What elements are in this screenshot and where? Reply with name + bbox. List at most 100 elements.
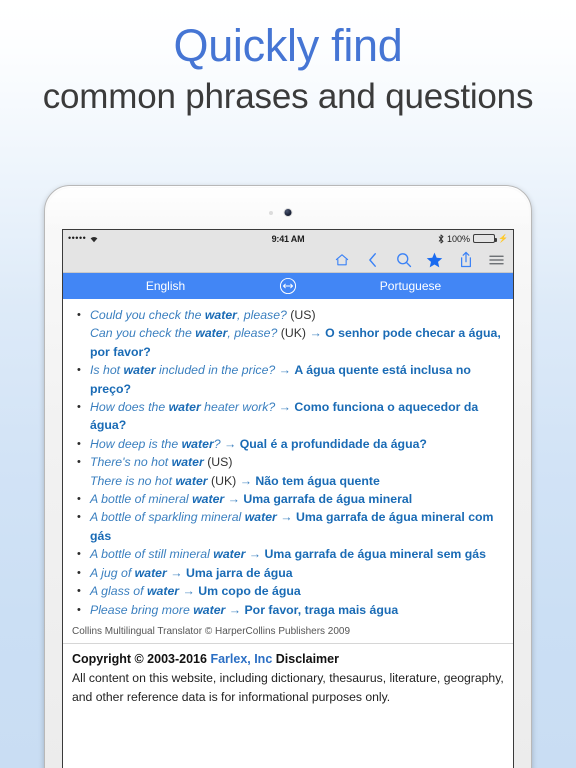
promo-title: Quickly find xyxy=(173,20,403,71)
translation-arrow-icon: → xyxy=(245,547,265,562)
source-language-button[interactable]: English xyxy=(63,279,268,293)
headword: water xyxy=(175,473,208,488)
headword: water xyxy=(146,584,180,599)
phrase-entry[interactable]: A bottle of sparkling mineral water → Um… xyxy=(77,508,504,545)
translation-arrow-icon: → xyxy=(225,602,245,617)
source-phrase: How deep is the water? xyxy=(90,436,221,451)
translation-arrow-icon: → xyxy=(276,510,296,525)
star-icon[interactable] xyxy=(426,251,443,268)
back-chevron-icon[interactable] xyxy=(364,251,381,268)
phrase-entry[interactable]: Could you check the water, please? (US) C… xyxy=(77,306,504,361)
source-phrase: A bottle of sparkling mineral water xyxy=(90,510,277,525)
swap-arrows-icon[interactable] xyxy=(268,277,308,295)
disclaimer-link[interactable]: Disclaimer xyxy=(272,652,339,666)
legal-body-text: All content on this website, including d… xyxy=(72,670,504,704)
phrase-line: Is hot water included in the price? → A … xyxy=(90,363,471,395)
headword: water xyxy=(193,602,226,617)
translation-arrow-icon: → xyxy=(224,492,244,507)
phrase-line: A bottle of still mineral water → Uma ga… xyxy=(90,547,486,561)
phrase-line: Please bring more water → Por favor, tra… xyxy=(90,603,398,617)
target-phrase: Qual é a profundidade da água? xyxy=(239,436,427,451)
phrase-line: A jug of water → Uma jarra de água xyxy=(90,566,293,580)
phrase-entry[interactable]: There's no hot water (US) There is no hot… xyxy=(77,453,504,490)
phrase-entry[interactable]: A jug of water → Uma jarra de água xyxy=(77,564,504,583)
hamburger-menu-icon[interactable] xyxy=(488,251,505,268)
phrase-line: A bottle of sparkling mineral water → Um… xyxy=(90,510,493,542)
translation-arrow-icon: → xyxy=(220,436,240,451)
region-label: (US) xyxy=(286,308,316,322)
ios-status-bar: ••••• 9:41 AM 100% ⚡ xyxy=(63,230,513,247)
source-phrase: Can you check the water, please? xyxy=(90,326,278,341)
target-phrase: Não tem água quente xyxy=(255,473,380,488)
farlex-link[interactable]: Farlex, Inc xyxy=(210,652,272,666)
headword: water xyxy=(134,565,167,580)
source-phrase: Could you check the water, please? xyxy=(90,308,287,322)
phrase-line: Can you check the water, please? (UK) → … xyxy=(90,326,501,358)
translation-arrow-icon: → xyxy=(306,326,326,341)
target-phrase: Uma jarra de água xyxy=(185,565,293,580)
headword: water xyxy=(192,492,225,507)
headword: water xyxy=(171,455,204,470)
home-icon[interactable] xyxy=(333,251,350,268)
region-label: (UK) xyxy=(207,473,237,488)
headword: water xyxy=(123,363,156,378)
headword: water xyxy=(168,400,201,415)
source-phrase: Please bring more water xyxy=(90,602,226,617)
translation-arrow-icon: → xyxy=(275,400,295,415)
phrase-line: A bottle of mineral water → Uma garrafa … xyxy=(90,492,412,506)
tablet-device: ••••• 9:41 AM 100% ⚡ English Portuguese … xyxy=(44,185,532,768)
phrase-entry[interactable]: A glass of water → Um copo de água xyxy=(77,582,504,601)
legal-section: Copyright © 2003-2016 Farlex, Inc Discla… xyxy=(63,643,513,711)
target-phrase: Por favor, traga mais água xyxy=(244,602,399,617)
source-credit: Collins Multilingual Translator © Harper… xyxy=(63,618,513,644)
phrase-line: How does the water heater work? → Como f… xyxy=(90,400,478,432)
headword: water xyxy=(204,308,237,322)
source-phrase: There is no hot water xyxy=(90,473,208,488)
ambient-sensor-icon xyxy=(269,211,273,215)
phrase-list: Could you check the water, please? (US) C… xyxy=(72,306,504,619)
region-label: (US) xyxy=(203,455,233,470)
copyright-line: Copyright © 2003-2016 Farlex, Inc Discla… xyxy=(72,650,504,669)
front-camera-icon xyxy=(284,209,292,216)
language-bar: English Portuguese xyxy=(63,273,513,299)
battery-icon xyxy=(473,234,498,243)
translation-arrow-icon: → xyxy=(166,565,186,580)
headword: water xyxy=(195,326,228,341)
headword: water xyxy=(181,436,214,451)
phrase-entry[interactable]: Please bring more water → Por favor, tra… xyxy=(77,601,504,620)
translation-arrow-icon: → xyxy=(275,363,295,378)
phrase-line: There's no hot water (US) xyxy=(90,455,232,469)
target-phrase: Um copo de água xyxy=(198,584,301,599)
translation-arrow-icon: → xyxy=(179,584,199,599)
device-screen: ••••• 9:41 AM 100% ⚡ English Portuguese … xyxy=(62,229,514,768)
phrase-line: How deep is the water? → Qual é a profun… xyxy=(90,437,427,451)
source-phrase: A jug of water xyxy=(90,565,167,580)
app-toolbar xyxy=(63,247,513,273)
source-phrase: There's no hot water xyxy=(90,455,204,470)
copyright-text: Copyright © 2003-2016 xyxy=(72,651,211,666)
region-label: (UK) xyxy=(277,326,307,341)
status-right: 100% ⚡ xyxy=(438,234,508,244)
phrase-entry[interactable]: A bottle of mineral water → Uma garrafa … xyxy=(77,490,504,509)
target-phrase: Uma garrafa de água mineral sem gás xyxy=(264,547,486,562)
headword: water xyxy=(213,547,246,562)
source-phrase: A glass of water xyxy=(90,584,180,599)
search-icon[interactable] xyxy=(395,251,412,268)
share-icon[interactable] xyxy=(457,251,474,268)
phrase-entry[interactable]: A bottle of still mineral water → Uma ga… xyxy=(77,545,504,564)
target-phrase: Uma garrafa de água mineral xyxy=(243,492,413,507)
source-phrase: How does the water heater work? xyxy=(90,400,276,415)
phrase-line: A glass of water → Um copo de água xyxy=(90,584,301,598)
phrase-entry[interactable]: How deep is the water? → Qual é a profun… xyxy=(77,435,504,454)
phrase-entry[interactable]: How does the water heater work? → Como f… xyxy=(77,398,504,435)
phrase-entry[interactable]: Is hot water included in the price? → A … xyxy=(77,361,504,398)
headword: water xyxy=(244,510,277,525)
promo-subtitle: common phrases and questions xyxy=(42,77,534,116)
bluetooth-icon xyxy=(438,234,444,244)
phrase-list-container: Could you check the water, please? (US) C… xyxy=(63,299,513,619)
promo-heading: Quickly find common phrases and question… xyxy=(0,0,576,119)
target-language-button[interactable]: Portuguese xyxy=(308,279,513,293)
battery-percent-label: 100% xyxy=(447,233,471,244)
source-phrase: Is hot water included in the price? xyxy=(90,363,276,378)
source-phrase: A bottle of still mineral water xyxy=(90,547,246,562)
